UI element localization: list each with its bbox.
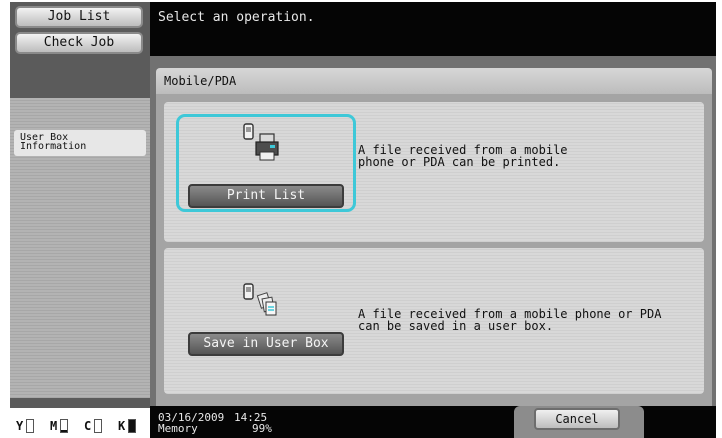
panel-title-bar: Mobile/PDA	[156, 68, 712, 94]
toner-y-label: Y	[16, 419, 24, 433]
memory-label: Memory	[158, 422, 198, 435]
print-list-button[interactable]: Print List	[188, 184, 344, 208]
copier-control-panel: Job List Check Job User Box Information …	[10, 2, 716, 438]
toner-levels: Y M C K	[10, 408, 150, 438]
print-list-description: A file received from a mobile phone or P…	[358, 143, 568, 169]
toner-k-label: K	[118, 419, 126, 433]
save-in-user-box-button[interactable]: Save in User Box	[188, 332, 344, 356]
save-in-user-box-option: Save in User Box A file received from a …	[164, 248, 704, 394]
options-panel: Print List A file received from a mobile…	[156, 94, 712, 406]
print-list-option: Print List A file received from a mobile…	[164, 102, 704, 242]
toner-y-gauge	[26, 419, 34, 433]
user-box-information-tab[interactable]: User Box Information	[14, 130, 146, 156]
sidebar-panel: User Box Information	[10, 98, 150, 398]
toner-c-label: C	[84, 419, 92, 433]
left-sidebar: Job List Check Job User Box Information …	[10, 2, 150, 438]
main-area: Mobile/PDA Print List A file received fr…	[150, 56, 716, 406]
mobile-print-icon	[243, 123, 279, 161]
toner-c-gauge	[94, 419, 102, 433]
check-job-button[interactable]: Check Job	[15, 32, 143, 54]
save-in-user-box-description: A file received from a mobile phone or P…	[358, 307, 662, 333]
operation-message: Select an operation.	[158, 10, 315, 25]
mobile-save-icon	[243, 283, 277, 316]
job-list-button[interactable]: Job List	[15, 6, 143, 28]
message-header: Select an operation.	[150, 2, 716, 56]
toner-m-label: M	[50, 419, 58, 433]
cancel-button[interactable]: Cancel	[534, 408, 620, 430]
toner-k-gauge	[128, 419, 136, 433]
panel-title: Mobile/PDA	[164, 74, 237, 88]
status-footer: 03/16/2009 14:25 Memory 99% Cancel	[150, 406, 716, 438]
memory-value: 99%	[252, 422, 272, 435]
toner-m-gauge	[60, 419, 68, 433]
